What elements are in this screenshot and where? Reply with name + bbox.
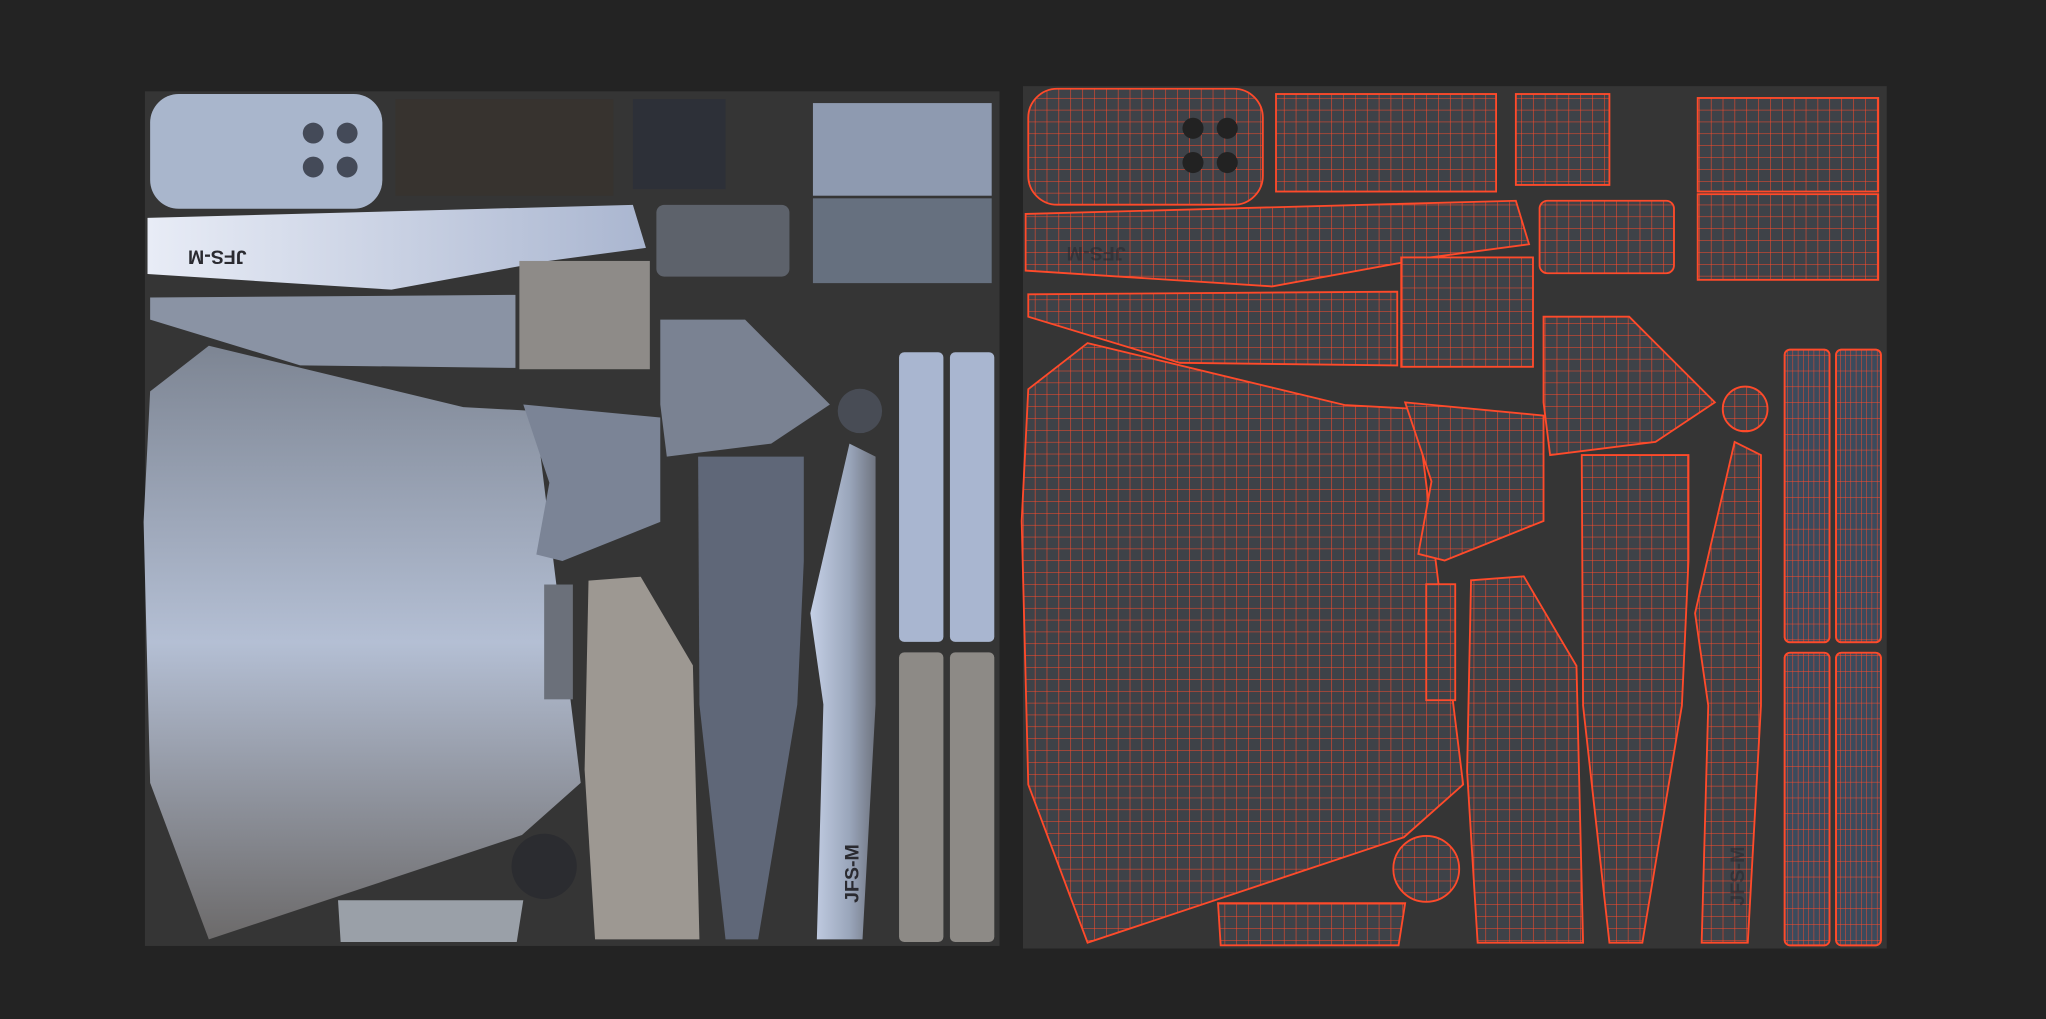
decal-text: JFS-M bbox=[842, 844, 864, 903]
wireframe-panel: JFS-M JFS-M bbox=[1020, 86, 1887, 949]
hole-icon bbox=[336, 156, 358, 178]
hole-icon bbox=[302, 156, 324, 178]
uv-canvas: JFS-M JFS-M JFS-M JFS-M bbox=[143, 86, 1887, 949]
hole-icon bbox=[302, 122, 324, 144]
decal-text: JFS-M bbox=[1067, 242, 1126, 264]
decal-text: JFS-M bbox=[1727, 847, 1749, 906]
hole-icon bbox=[336, 122, 358, 144]
decal-text: JFS-M bbox=[188, 246, 247, 268]
texture-panel: JFS-M JFS-M bbox=[143, 91, 1000, 946]
